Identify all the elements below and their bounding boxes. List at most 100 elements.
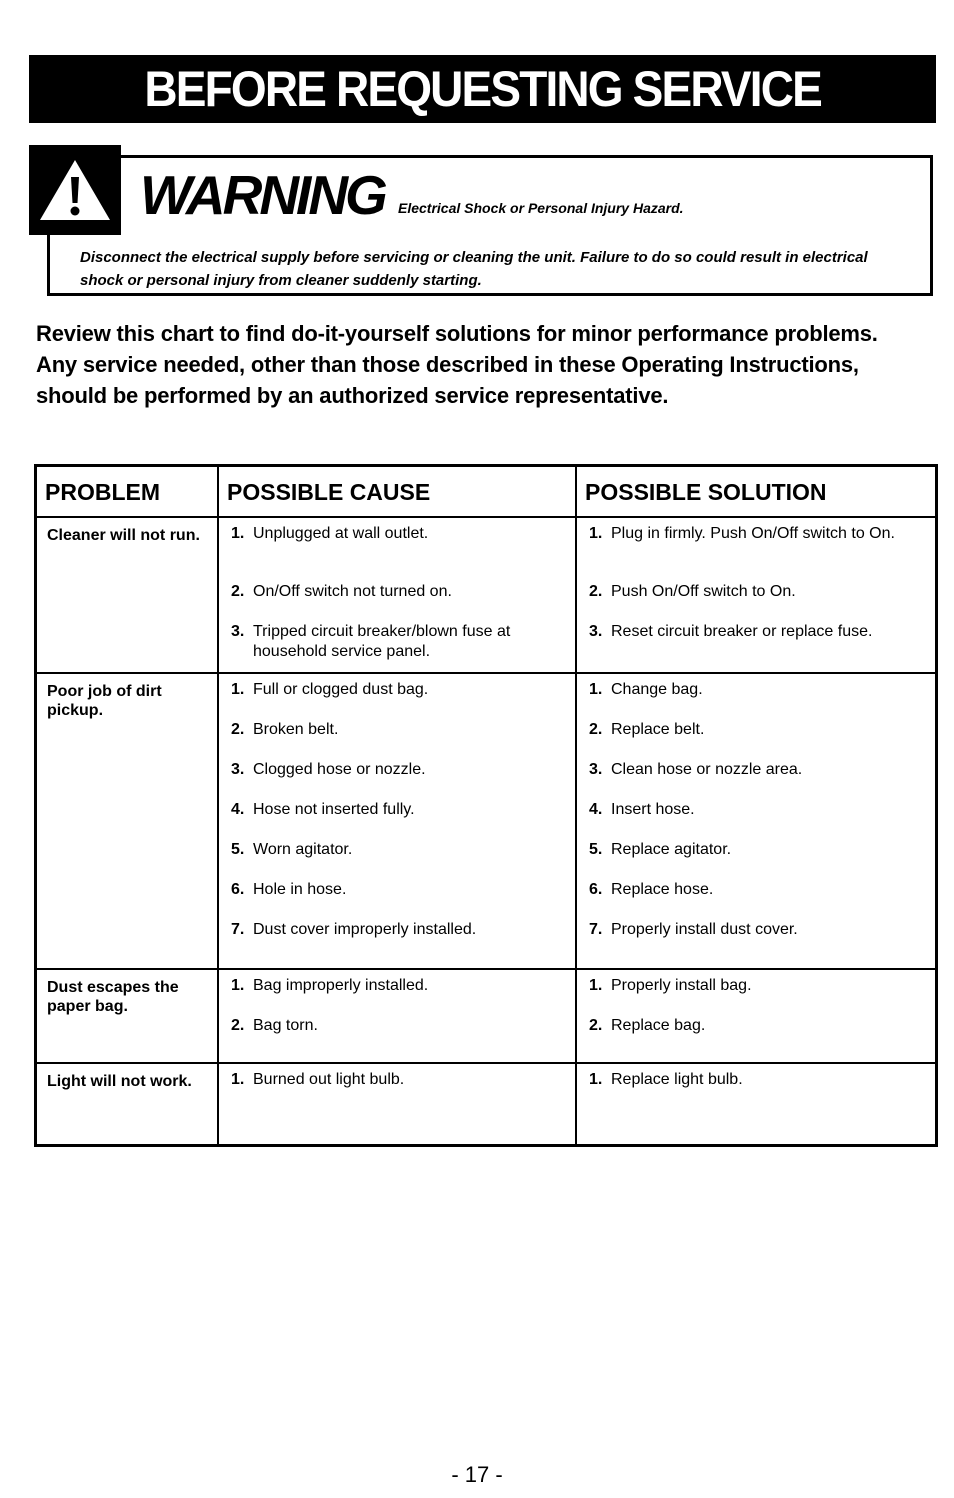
item-number: 1. [231,681,245,698]
cause-cell: 1. Burned out light bulb. [217,1062,577,1146]
solution-cell: 1. Properly install bag. 2. Replace bag. [575,968,938,1064]
item-text: Clogged hose or nozzle. [253,761,426,778]
item-text: Properly install dust cover. [611,921,798,938]
header-problem: PROBLEM [34,464,219,518]
problem-cell: Dust escapes the paper bag. [34,968,219,1064]
troubleshooting-table: PROBLEM POSSIBLE CAUSE POSSIBLE SOLUTION… [34,464,938,1147]
item-text: Replace agitator. [611,841,732,858]
solution-item: 3. Reset circuit breaker or replace fuse. [589,622,927,642]
item-number: 5. [231,841,245,858]
solution-item: 1. Change bag. [589,680,927,700]
item-number: 3. [231,761,245,778]
cause-item: 7. Dust cover improperly installed. [231,920,567,940]
item-text: Unplugged at wall outlet. [253,525,429,542]
item-number: 2. [589,583,603,600]
item-number: 3. [231,623,245,640]
item-number: 2. [231,721,245,738]
table-row: Dust escapes the paper bag. 1. Bag imprope… [34,968,938,1064]
problem-cell: Cleaner will not run. [34,516,219,674]
intro-paragraph: Review this chart to find do-it-yourself… [36,321,878,408]
cause-item: 3. Tripped circuit breaker/blown fuse at … [231,622,567,662]
item-number: 3. [589,623,603,640]
page-title-bar: BEFORE REQUESTING SERVICE [29,55,936,123]
item-text: Broken belt. [253,721,339,738]
item-number: 7. [589,921,603,938]
table-header-row: PROBLEM POSSIBLE CAUSE POSSIBLE SOLUTION [34,464,938,518]
item-text: Replace belt. [611,721,705,738]
item-text: Reset circuit breaker or replace fuse. [611,623,873,640]
item-number: 4. [589,801,603,818]
cause-cell: 1. Bag improperly installed. 2. Bag torn. [217,968,577,1064]
item-text: Replace light bulb. [611,1071,743,1088]
cause-item: 1. Bag improperly installed. [231,976,567,996]
table-row: Light will not work. 1. Burned out light b… [34,1062,938,1146]
item-text: On/Off switch not turned on. [253,583,452,600]
solution-item: 4. Insert hose. [589,800,927,820]
item-text: Hole in hose. [253,881,347,898]
solution-item: 1. Plug in firmly. Push On/Off switch to … [589,524,927,544]
cause-item: 2. Broken belt. [231,720,567,740]
warning-triangle-icon [29,145,121,235]
item-number: 7. [231,921,245,938]
item-number: 2. [589,1017,603,1034]
solution-item: 6. Replace hose. [589,880,927,900]
solution-item: 2. Push On/Off switch to On. [589,582,927,602]
item-text: Dust cover improperly installed. [253,921,477,938]
item-text: Properly install bag. [611,977,752,994]
item-text: Tripped circuit breaker/blown fuse at ho… [253,623,511,660]
problem-cell: Light will not work. [34,1062,219,1146]
item-number: 3. [589,761,603,778]
problem-cell: Poor job of dirt pickup. [34,672,219,970]
solution-item: 2. Replace bag. [589,1016,927,1036]
item-number: 1. [231,1071,245,1088]
solution-cell: 1. Replace light bulb. [575,1062,938,1146]
cause-item: 1. Burned out light bulb. [231,1070,567,1090]
warning-subtitle: Electrical Shock or Personal Injury Haza… [398,200,684,216]
cause-item: 2. Bag torn. [231,1016,567,1036]
item-text: Replace bag. [611,1017,706,1034]
cause-item: 1. Full or clogged dust bag. [231,680,567,700]
item-number: 6. [589,881,603,898]
item-text: Worn agitator. [253,841,353,858]
header-possible-solution: POSSIBLE SOLUTION [575,464,938,518]
item-text: Push On/Off switch to On. [611,583,796,600]
item-number: 4. [231,801,245,818]
item-number: 1. [589,681,603,698]
cause-item: 3. Clogged hose or nozzle. [231,760,567,780]
solution-item: 7. Properly install dust cover. [589,920,927,940]
item-text: Plug in firmly. Push On/Off switch to On… [611,525,895,542]
item-text: Change bag. [611,681,703,698]
item-number: 1. [231,525,245,542]
table-row: Poor job of dirt pickup. 1. Full or clogge… [34,672,938,970]
cause-cell: 1. Unplugged at wall outlet. 2. On/Off swit… [217,516,577,674]
item-number: 1. [231,977,245,994]
solution-cell: 1. Change bag. 2. Replace belt. 3. Clean hose… [575,672,938,970]
solution-cell: 1. Plug in firmly. Push On/Off switch to … [575,516,938,674]
item-number: 2. [589,721,603,738]
item-number: 6. [231,881,245,898]
item-text: Hose not inserted fully. [253,801,415,818]
solution-item: 5. Replace agitator. [589,840,927,860]
cause-item: 5. Worn agitator. [231,840,567,860]
item-text: Insert hose. [611,801,695,818]
item-number: 1. [589,977,603,994]
item-number: 5. [589,841,603,858]
cause-item: 6. Hole in hose. [231,880,567,900]
cause-item: 2. On/Off switch not turned on. [231,582,567,602]
item-number: 1. [589,525,603,542]
item-text: Full or clogged dust bag. [253,681,429,698]
header-possible-cause: POSSIBLE CAUSE [217,464,577,518]
table-row: Cleaner will not run. 1. Unplugged at wall… [34,516,938,674]
solution-item: 1. Replace light bulb. [589,1070,927,1090]
item-text: Bag torn. [253,1017,318,1034]
warning-title: WARNING [140,164,388,226]
item-text: Replace hose. [611,881,714,898]
item-text: Burned out light bulb. [253,1071,405,1088]
page-title: BEFORE REQUESTING SERVICE [144,61,822,117]
solution-item: 2. Replace belt. [589,720,927,740]
warning-body: Disconnect the electrical supply before … [80,249,868,289]
cause-item: 4. Hose not inserted fully. [231,800,567,820]
solution-item: 3. Clean hose or nozzle area. [589,760,927,780]
cause-item: 1. Unplugged at wall outlet. [231,524,567,544]
item-number: 2. [231,1017,245,1034]
